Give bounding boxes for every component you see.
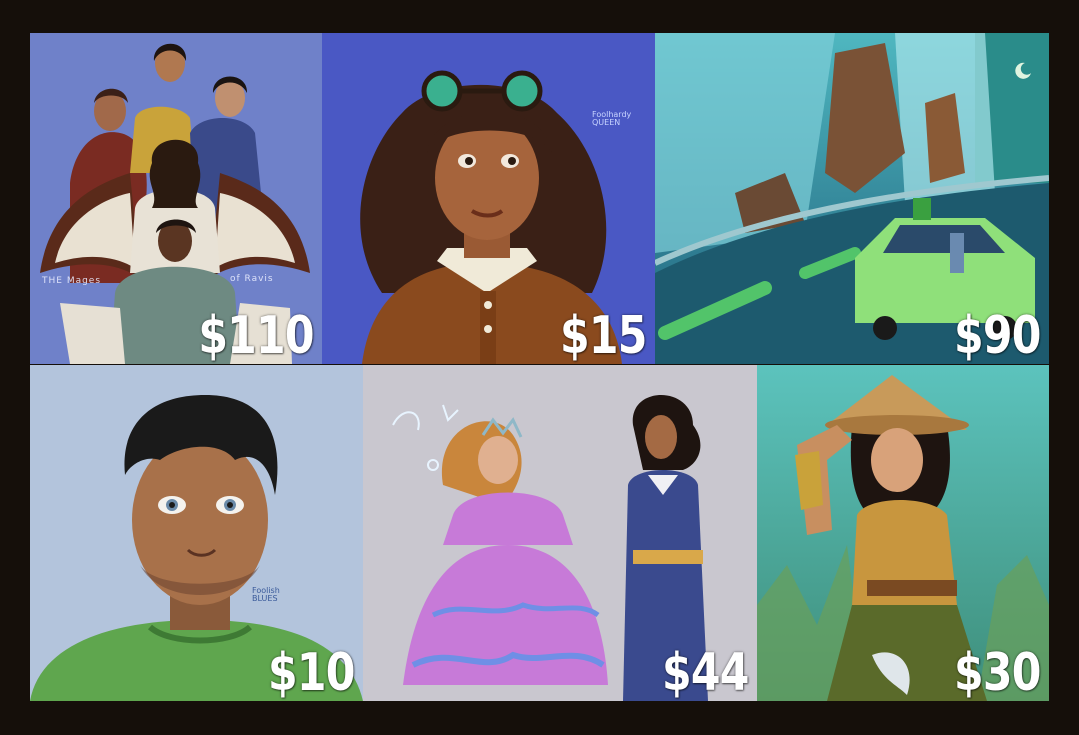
caption-left: THE Mages — [42, 276, 102, 286]
price-label: $110 — [198, 306, 315, 364]
tile-goggles-girl: Foolhardy QUEEN $15 — [322, 33, 655, 364]
artist-signature: Foolhardy QUEEN — [592, 110, 632, 128]
price-label: $10 — [268, 643, 355, 701]
tile-boy-portrait: Foolish BLUES $10 — [30, 365, 363, 701]
price-label: $90 — [954, 306, 1041, 364]
commission-sheet: THE Mages of Ravis $110 Foolhardy QUEEN … — [0, 0, 1079, 735]
price-label: $44 — [662, 643, 749, 701]
tile-princess-and-captain: $44 — [363, 365, 757, 701]
artist-signature: Foolish BLUES — [252, 586, 280, 604]
price-label: $30 — [954, 643, 1041, 701]
price-label: $15 — [560, 306, 647, 364]
tile-mages-of-ravis: THE Mages of Ravis $110 — [30, 33, 322, 364]
tile-warrior-woman: $30 — [757, 365, 1049, 701]
caption-right: of Ravis — [230, 274, 274, 284]
tile-waterfall-car: $90 — [655, 33, 1049, 364]
